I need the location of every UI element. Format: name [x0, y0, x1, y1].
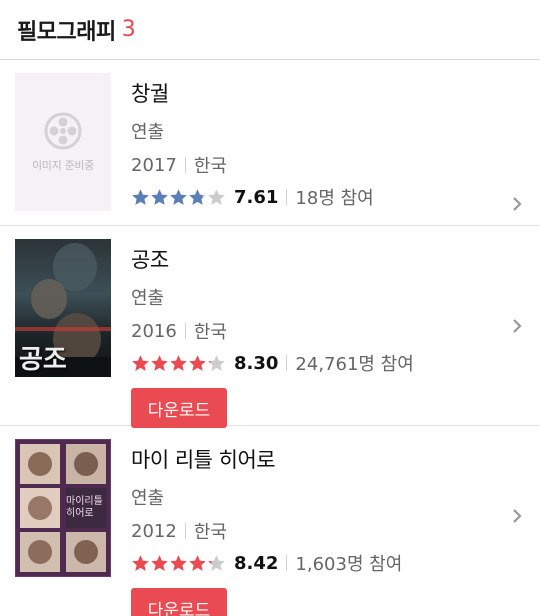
divider — [286, 355, 288, 371]
participant-count: 24,761명 참여 — [295, 354, 414, 375]
divider — [184, 157, 186, 173]
movie-poster[interactable]: 마이리틀히어로 — [15, 439, 111, 577]
star-icon — [151, 354, 168, 371]
film-country: 한국 — [193, 156, 227, 177]
rating-row: 8.42 1,603명 참여 — [131, 550, 540, 576]
chevron-right-icon[interactable] — [510, 509, 524, 523]
film-year: 2016 — [131, 320, 177, 342]
poster-placeholder: 이미지 준비중 — [15, 73, 111, 211]
film-item[interactable]: 이미지 준비중 창궐 연출 2017 한국 7.61 18명 참여 — [0, 60, 540, 226]
rating-score: 7.61 — [234, 186, 279, 208]
star-icon — [189, 554, 206, 571]
star-rating — [131, 188, 226, 207]
film-role: 연출 — [131, 122, 165, 143]
film-reel-icon — [44, 112, 82, 150]
film-year: 2017 — [131, 154, 177, 176]
star-icon — [151, 188, 168, 205]
star-icon — [170, 354, 187, 371]
film-info: 공조 연출 2016 한국 8.30 24,761명 참여 다운로드 — [131, 239, 540, 428]
placeholder-label: 이미지 준비중 — [31, 159, 95, 172]
participant-count: 1,603명 참여 — [295, 554, 403, 575]
divider — [184, 523, 186, 539]
film-item[interactable]: 공조 공조 연출 2016 한국 8.30 24,761명 참여 다운로드 — [0, 226, 540, 428]
film-info: 마이 리틀 히어로 연출 2012 한국 8.42 1,603명 참여 다운로드 — [131, 439, 540, 616]
divider — [286, 555, 288, 571]
star-icon — [208, 554, 225, 571]
film-item[interactable]: 마이리틀히어로 마이 리틀 히어로 연출 2012 한국 8.42 1,603명… — [0, 426, 540, 616]
star-icon — [151, 554, 168, 571]
rating-row: 8.30 24,761명 참여 — [131, 350, 540, 376]
film-year: 2012 — [131, 520, 177, 542]
film-role: 연출 — [131, 488, 165, 509]
section-title: 필모그래피 — [17, 19, 116, 45]
star-icon — [170, 554, 187, 571]
film-country: 한국 — [193, 322, 227, 343]
download-button[interactable]: 다운로드 — [131, 388, 227, 428]
divider — [184, 323, 186, 339]
star-icon — [189, 354, 206, 371]
rating-score: 8.30 — [234, 352, 279, 374]
film-meta: 2016 한국 — [131, 318, 540, 344]
star-icon — [132, 188, 149, 205]
download-button[interactable]: 다운로드 — [131, 588, 227, 616]
film-role: 연출 — [131, 288, 165, 309]
rating-row: 7.61 18명 참여 — [131, 184, 540, 210]
film-meta: 2017 한국 — [131, 152, 540, 178]
movie-poster[interactable]: 공조 — [15, 239, 111, 377]
star-icon — [170, 188, 187, 205]
poster-title-text: 마이리틀히어로 — [66, 496, 103, 519]
chevron-right-icon[interactable] — [510, 319, 524, 333]
poster-title-text: 공조 — [19, 345, 67, 375]
participant-count: 18명 참여 — [295, 188, 374, 209]
film-info: 창궐 연출 2017 한국 7.61 18명 참여 — [131, 73, 540, 225]
star-rating — [131, 354, 226, 373]
star-icon — [132, 354, 149, 371]
star-icon — [208, 354, 225, 371]
film-title[interactable]: 공조 — [131, 244, 540, 274]
star-icon — [189, 188, 206, 205]
chevron-right-icon[interactable] — [510, 197, 524, 211]
star-rating — [131, 554, 226, 573]
film-count: 3 — [121, 17, 136, 42]
film-meta: 2012 한국 — [131, 518, 540, 544]
star-icon — [208, 188, 225, 205]
rating-score: 8.42 — [234, 552, 279, 574]
star-icon — [132, 554, 149, 571]
film-title[interactable]: 마이 리틀 히어로 — [131, 444, 540, 474]
divider — [286, 189, 288, 205]
filmography-header: 필모그래피 3 — [0, 0, 540, 60]
film-country: 한국 — [193, 522, 227, 543]
film-title[interactable]: 창궐 — [131, 78, 540, 108]
